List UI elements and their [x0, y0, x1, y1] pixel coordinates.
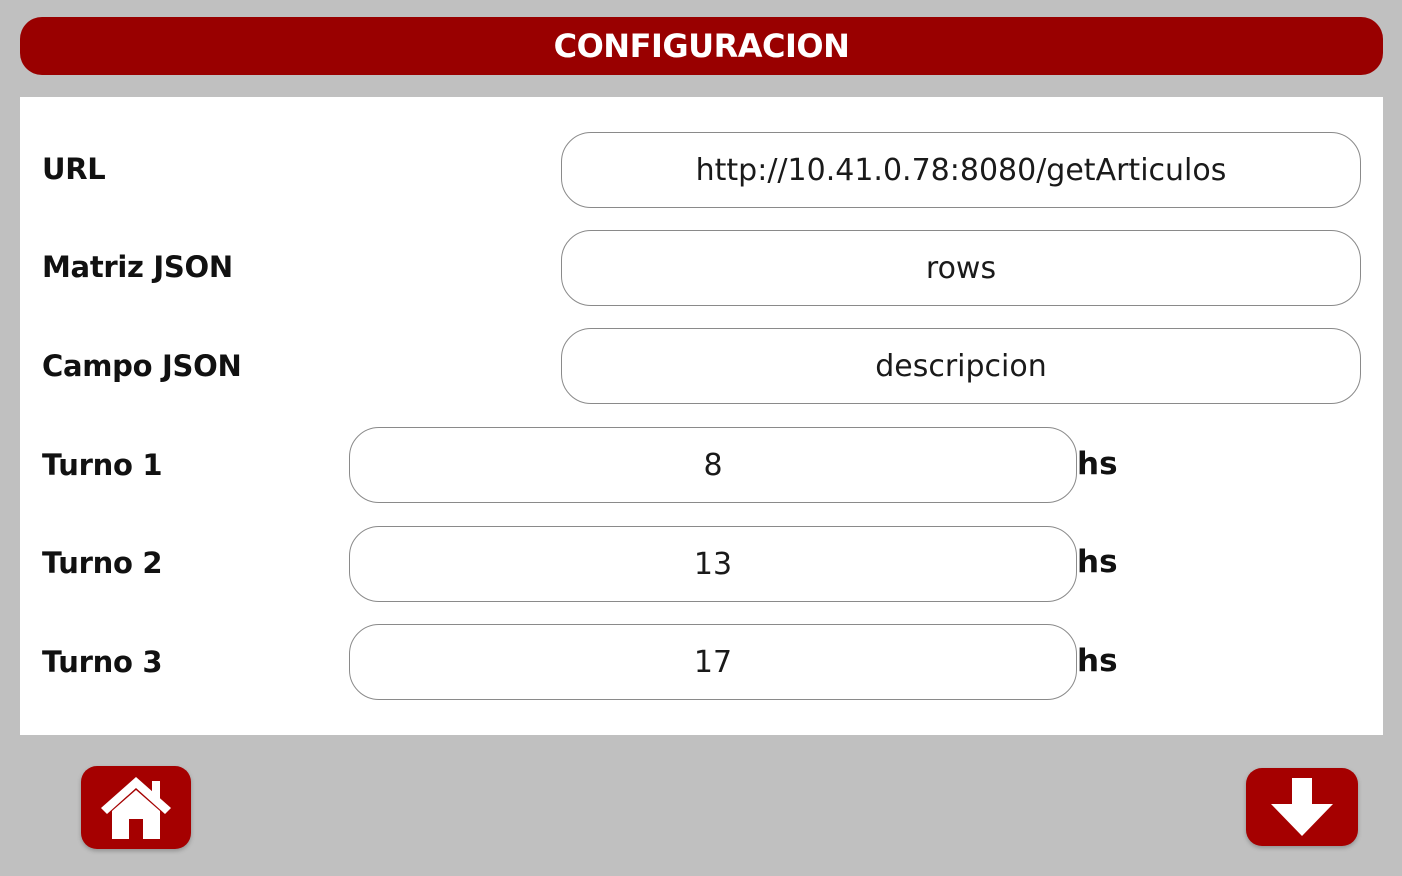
shift-1-label: Turno 1	[42, 448, 163, 482]
save-button[interactable]	[1246, 768, 1358, 846]
shift-3-label: Turno 3	[42, 645, 163, 679]
url-input[interactable]	[561, 132, 1361, 208]
shift-2-unit: hs	[1077, 544, 1118, 580]
shift-1-input[interactable]	[349, 427, 1077, 503]
shift-1-unit: hs	[1077, 446, 1118, 482]
shift-3-unit: hs	[1077, 643, 1118, 679]
home-button[interactable]	[81, 766, 191, 849]
field-json-label: Campo JSON	[42, 349, 242, 383]
config-form: URL Matriz JSON Campo JSON Turno 1 hs Tu…	[20, 97, 1383, 735]
page-title: CONFIGURACION	[553, 27, 850, 65]
header-bar: CONFIGURACION	[20, 17, 1383, 75]
home-icon	[101, 776, 171, 839]
field-json-input[interactable]	[561, 328, 1361, 404]
shift-2-input[interactable]	[349, 526, 1077, 602]
matrix-json-label: Matriz JSON	[42, 250, 233, 284]
url-label: URL	[42, 152, 106, 186]
arrow-down-icon	[1271, 778, 1333, 836]
shift-3-input[interactable]	[349, 624, 1077, 700]
shift-2-label: Turno 2	[42, 546, 163, 580]
matrix-json-input[interactable]	[561, 230, 1361, 306]
